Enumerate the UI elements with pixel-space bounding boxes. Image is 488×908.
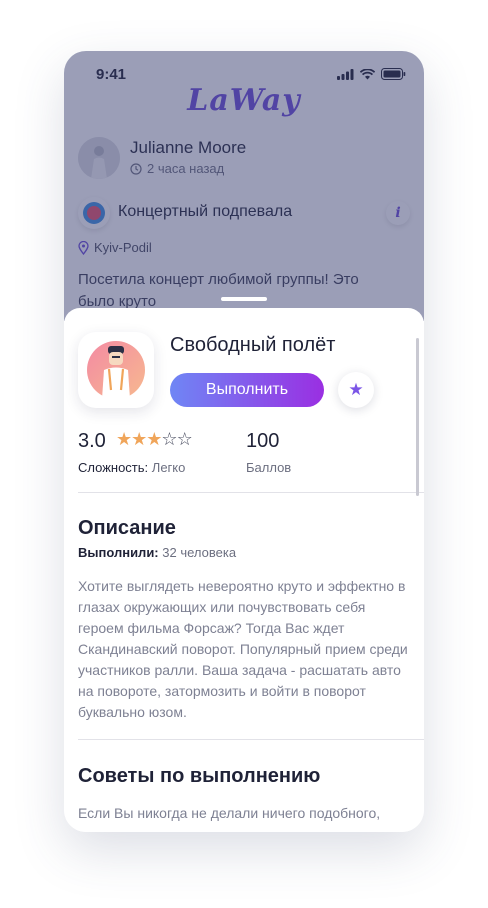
difficulty-value: Легко [151,460,186,475]
description-text: Хотите выглядеть невероятно круто и эффе… [78,578,408,720]
difficulty: Сложность: Легко [78,460,185,475]
tips-title: Советы по выполнению [78,765,321,787]
sheet-drag-handle[interactable] [221,297,267,301]
star-empty-icon: ☆ [161,429,177,449]
task-sheet: Свободный полёт Выполнить ★ 3.0 ★★★☆☆ 10… [64,308,424,832]
tips-text: Если Вы никогда не делали ничего подобно… [78,805,381,821]
divider [78,492,424,493]
star-filled-icon: ★ [146,429,162,449]
difficulty-label: Сложность: [78,460,149,475]
scrollbar[interactable] [416,338,419,496]
points-value: 100 [246,430,280,452]
star-icon: ★ [348,380,364,399]
execute-button[interactable]: Выполнить [170,373,324,407]
divider [78,739,424,740]
star-filled-icon: ★ [116,429,132,449]
star-filled-icon: ★ [131,429,147,449]
task-icon [78,332,154,408]
phone-screen: 9:41 LaWay [64,51,424,832]
star-empty-icon: ☆ [176,429,193,449]
completed-label: Выполнили: [78,545,159,560]
completed-count: Выполнили: 32 человека [78,545,236,560]
task-title: Свободный полёт [170,334,336,356]
person-icon [87,341,145,399]
completed-value: 32 человека [162,545,237,560]
modal-overlay[interactable] [64,51,424,321]
rating-value: 3.0 [78,430,106,452]
points-label: Баллов [246,460,292,475]
rating-stars: ★★★☆☆ [116,429,193,450]
favorite-button[interactable]: ★ [338,372,374,408]
description-title: Описание [78,517,176,539]
